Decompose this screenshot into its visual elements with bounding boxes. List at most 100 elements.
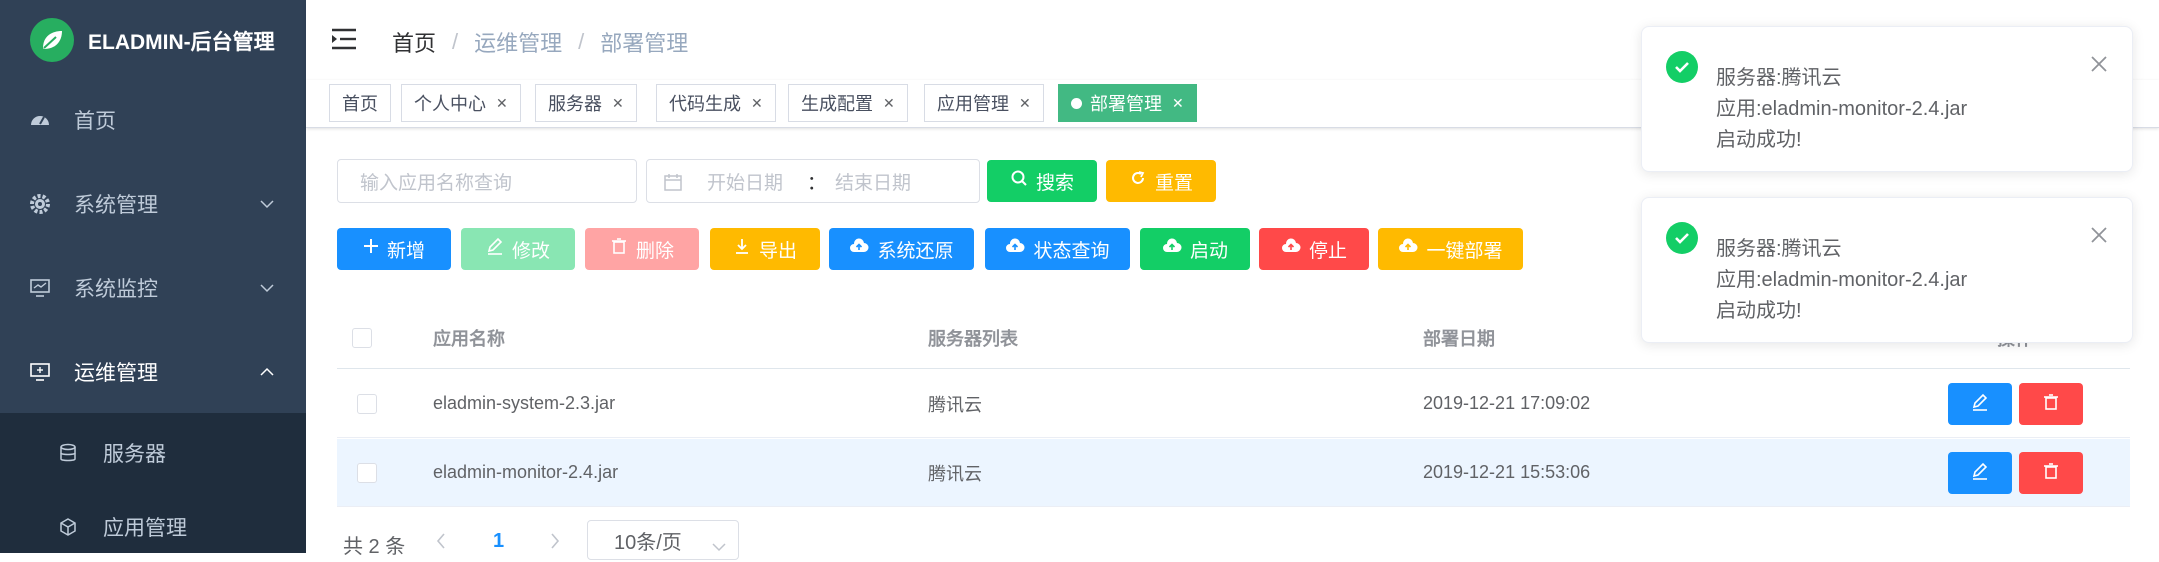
success-check-icon xyxy=(1666,51,1698,83)
tag-label: 服务器 xyxy=(548,94,602,114)
server-monitor-icon xyxy=(28,360,52,384)
tag-home[interactable]: 首页 xyxy=(329,84,391,122)
close-icon[interactable]: ✕ xyxy=(612,95,624,112)
row-edit-button[interactable] xyxy=(1948,452,2012,494)
hamburger-icon[interactable] xyxy=(330,25,360,53)
calendar-icon xyxy=(663,172,683,198)
notification: 服务器:腾讯云 应用:eladmin-monitor-2.4.jar 启动成功! xyxy=(1641,197,2133,343)
tag-codegen[interactable]: 代码生成 ✕ xyxy=(656,84,776,122)
row-checkbox[interactable] xyxy=(357,439,377,506)
notification-message: 启动成功! xyxy=(1716,300,1802,322)
chevron-down-icon xyxy=(712,535,726,558)
sidebar-item-label: 服务器 xyxy=(103,443,166,466)
plus-icon xyxy=(363,238,379,260)
sidebar-item-home[interactable]: 首页 xyxy=(0,78,306,162)
breadcrumb-deploy: 部署管理 xyxy=(600,31,689,56)
row-delete-button[interactable] xyxy=(2019,452,2083,494)
cube-icon xyxy=(57,516,79,538)
monitor-icon xyxy=(28,276,52,300)
sidebar-item-apps[interactable]: 应用管理 xyxy=(0,492,306,562)
breadcrumb-home[interactable]: 首页 xyxy=(392,26,436,58)
cloud-upload-icon xyxy=(849,238,869,260)
trash-icon xyxy=(2042,393,2060,416)
tag-gen-config[interactable]: 生成配置 ✕ xyxy=(788,84,908,122)
sidebar-item-monitor[interactable]: 系统监控 xyxy=(0,246,306,330)
header-servers: 服务器列表 xyxy=(928,328,1018,349)
stop-button[interactable]: 停止 xyxy=(1259,228,1369,270)
reset-button[interactable]: 重置 xyxy=(1106,160,1216,202)
reset-button-label: 重置 xyxy=(1154,172,1193,194)
end-date-placeholder[interactable]: 结束日期 xyxy=(835,168,911,195)
row-edit-button[interactable] xyxy=(1948,383,2012,425)
cloud-upload-icon xyxy=(1281,238,1301,260)
next-page-icon[interactable] xyxy=(549,532,561,556)
database-icon xyxy=(57,442,79,464)
tag-profile[interactable]: 个人中心 ✕ xyxy=(401,84,521,122)
cell-app-name: eladmin-system-2.3.jar xyxy=(433,393,616,413)
restore-button-label: 系统还原 xyxy=(877,240,954,262)
current-page[interactable]: 1 xyxy=(493,530,504,553)
chevron-down-icon xyxy=(260,280,274,296)
cell-servers: 腾讯云 xyxy=(928,463,982,484)
delete-button[interactable]: 删除 xyxy=(585,228,699,270)
header-deploy-date: 部署日期 xyxy=(1423,328,1495,349)
prev-page-icon[interactable] xyxy=(435,532,447,556)
close-icon[interactable]: ✕ xyxy=(1019,95,1031,112)
search-icon xyxy=(1010,169,1028,193)
tag-servers[interactable]: 服务器 ✕ xyxy=(535,84,637,122)
deploy-button[interactable]: 一键部署 xyxy=(1378,228,1523,270)
date-range-picker[interactable]: 开始日期 ： 结束日期 xyxy=(646,159,980,203)
row-delete-button[interactable] xyxy=(2019,383,2083,425)
success-check-icon xyxy=(1666,222,1698,254)
search-button-label: 搜索 xyxy=(1035,172,1074,194)
start-button-label: 启动 xyxy=(1189,240,1228,262)
close-icon[interactable]: ✕ xyxy=(883,95,895,112)
close-icon[interactable] xyxy=(2090,55,2110,75)
download-icon xyxy=(733,237,751,261)
close-icon[interactable] xyxy=(2090,226,2110,246)
page-size-select[interactable]: 10条/页 xyxy=(587,520,739,560)
tag-deploy[interactable]: 部署管理 ✕ xyxy=(1058,84,1197,122)
notification-app: 应用:eladmin-monitor-2.4.jar xyxy=(1716,269,1968,291)
sidebar-item-servers[interactable]: 服务器 xyxy=(0,418,306,488)
app-name-search-input[interactable]: 输入应用名称查询 xyxy=(337,159,637,203)
restore-button[interactable]: 系统还原 xyxy=(829,228,974,270)
logo-leaf-icon xyxy=(30,18,74,62)
close-icon[interactable]: ✕ xyxy=(1172,95,1184,112)
tag-apps[interactable]: 应用管理 ✕ xyxy=(924,84,1044,122)
status-query-button[interactable]: 状态查询 xyxy=(985,228,1130,270)
chevron-up-icon xyxy=(260,364,274,380)
sidebar-item-label: 系统监控 xyxy=(74,278,158,301)
trash-icon xyxy=(610,237,628,261)
close-icon[interactable]: ✕ xyxy=(496,95,508,112)
tag-label: 个人中心 xyxy=(414,94,486,114)
deploy-button-label: 一键部署 xyxy=(1426,240,1503,262)
notification-server: 服务器:腾讯云 xyxy=(1716,238,1842,260)
start-date-placeholder[interactable]: 开始日期 xyxy=(707,168,783,195)
search-button[interactable]: 搜索 xyxy=(987,160,1097,202)
edit-icon xyxy=(1971,462,1989,485)
breadcrumb: 首页 / 运维管理 / 部署管理 xyxy=(392,26,688,58)
tag-label: 生成配置 xyxy=(801,94,873,114)
close-icon[interactable]: ✕ xyxy=(751,95,763,112)
cell-deploy-date: 2019-12-21 17:09:02 xyxy=(1423,393,1591,413)
row-checkbox[interactable] xyxy=(357,370,377,437)
tag-label: 部署管理 xyxy=(1090,94,1162,114)
table-row[interactable]: eladmin-monitor-2.4.jar 腾讯云 2019-12-21 1… xyxy=(337,439,2130,507)
edit-icon xyxy=(486,237,504,261)
start-button[interactable]: 启动 xyxy=(1140,228,1250,270)
edit-button[interactable]: 修改 xyxy=(461,228,575,270)
export-button[interactable]: 导出 xyxy=(710,228,820,270)
tag-label: 首页 xyxy=(342,94,378,114)
select-all-checkbox[interactable] xyxy=(352,307,372,368)
sidebar-item-system[interactable]: 系统管理 xyxy=(0,162,306,246)
notification-message: 启动成功! xyxy=(1716,129,1802,151)
sidebar-item-label: 运维管理 xyxy=(74,362,158,385)
table-row[interactable]: eladmin-system-2.3.jar 腾讯云 2019-12-21 17… xyxy=(337,370,2130,438)
logo[interactable]: ELADMIN-后台管理 xyxy=(0,0,306,80)
notification-server: 服务器:腾讯云 xyxy=(1716,67,1842,89)
add-button[interactable]: 新增 xyxy=(337,228,451,270)
breadcrumb-ops[interactable]: 运维管理 xyxy=(474,26,562,58)
sidebar-item-ops[interactable]: 运维管理 xyxy=(0,330,306,414)
tag-label: 代码生成 xyxy=(669,94,741,114)
